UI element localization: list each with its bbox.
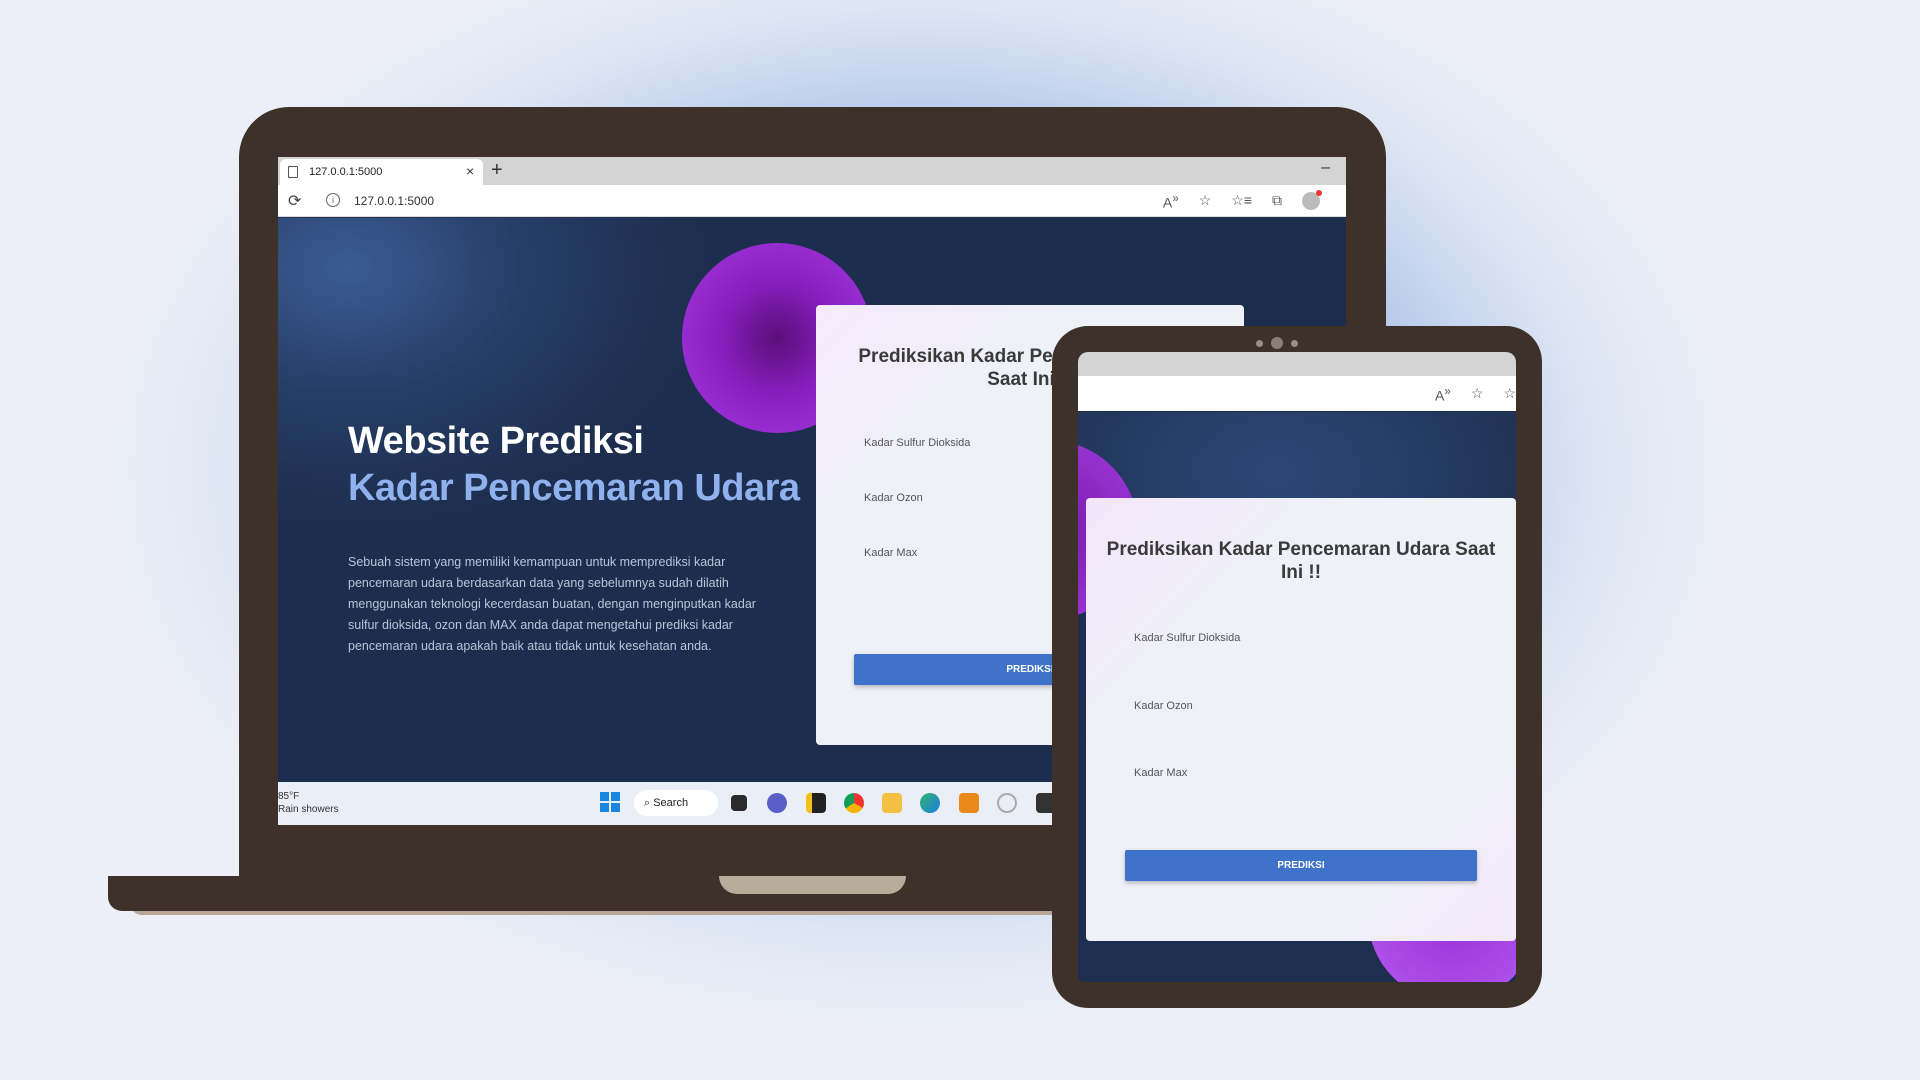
task-view-icon[interactable] (731, 795, 747, 811)
url-text: 127.0.0.1:5000 (354, 194, 435, 208)
browser-tab[interactable]: 127.0.0.1:5000 × (280, 159, 483, 185)
file-explorer-icon[interactable] (882, 793, 902, 813)
tab-title: 127.0.0.1:5000 (309, 166, 383, 178)
predict-button[interactable]: PREDIKSI (1125, 850, 1477, 881)
favorites-icon[interactable]: ☆ (1503, 385, 1516, 404)
windows-start-icon[interactable] (600, 792, 620, 812)
tablet-frame: A» ☆ ☆ Prediksikan Kadar Pencemaran Udar… (1052, 326, 1542, 1008)
favorite-add-icon[interactable]: ☆ (1199, 192, 1212, 211)
edge-icon[interactable] (920, 793, 940, 813)
new-tab-button[interactable]: + (491, 159, 503, 182)
ozone-field[interactable]: Kadar Ozon (1134, 700, 1193, 712)
address-bar: ⟳ i 127.0.0.1:5000 A» ☆ ☆≡ ⧉ (278, 185, 1346, 217)
sulfur-dioxide-field[interactable]: Kadar Sulfur Dioksida (1134, 632, 1240, 644)
hero-title: Website Prediksi Kadar Pencemaran Udara (348, 418, 800, 512)
sublime-text-icon[interactable] (959, 793, 979, 813)
max-field[interactable]: Kadar Max (1134, 767, 1187, 779)
ozone-field[interactable]: Kadar Ozon (864, 492, 923, 504)
prediction-form: Prediksikan Kadar Pencemaran Udara Saat … (1086, 498, 1516, 941)
tablet-camera (1256, 337, 1298, 349)
sticky-notes-icon[interactable] (806, 793, 826, 813)
laptop-base (108, 876, 1160, 911)
search-label: Search (653, 797, 689, 809)
tablet-address-bar-icons: A» ☆ ☆ (1435, 385, 1516, 404)
read-aloud-icon[interactable]: A» (1435, 385, 1451, 404)
page-icon (288, 166, 298, 178)
tablet-screen: A» ☆ ☆ Prediksikan Kadar Pencemaran Udar… (1078, 352, 1516, 982)
hero-description: Sebuah sistem yang memiliki kemampuan un… (348, 555, 756, 653)
favorites-icon[interactable]: ☆≡ (1231, 192, 1252, 211)
form-title: Prediksikan Kadar Pencemaran Udara Saat … (1106, 539, 1496, 583)
teams-icon[interactable] (767, 793, 787, 813)
close-icon[interactable]: × (466, 163, 474, 179)
url-field[interactable]: i 127.0.0.1:5000 (322, 189, 1182, 213)
chrome-icon[interactable] (844, 793, 864, 813)
taskbar-search[interactable]: ⌕ Search (634, 790, 718, 816)
reload-icon[interactable]: ⟳ (288, 191, 301, 211)
tablet-tabbar (1078, 352, 1516, 376)
favorite-add-icon[interactable]: ☆ (1471, 385, 1484, 404)
address-bar-icons: A» ☆ ☆≡ ⧉ (1163, 190, 1322, 211)
sulfur-dioxide-field[interactable]: Kadar Sulfur Dioksida (864, 437, 970, 449)
hero-title-line1: Website Prediksi (348, 420, 644, 462)
minimize-button[interactable]: – (1321, 159, 1330, 177)
profile-avatar[interactable] (1302, 190, 1322, 210)
temperature: 85°F (278, 791, 300, 802)
tablet-webpage: Prediksikan Kadar Pencemaran Udara Saat … (1078, 412, 1516, 982)
read-aloud-icon[interactable]: A» (1163, 192, 1179, 211)
hero-title-line2: Kadar Pencemaran Udara (348, 467, 800, 509)
app-icon[interactable] (997, 793, 1017, 813)
info-icon[interactable]: i (326, 193, 340, 207)
collections-icon[interactable]: ⧉ (1272, 192, 1282, 211)
weather-status: Rain showers (278, 804, 339, 815)
browser-tabbar: 127.0.0.1:5000 × + – (278, 157, 1346, 185)
max-field[interactable]: Kadar Max (864, 547, 917, 559)
tablet-address-bar: A» ☆ ☆ (1078, 376, 1516, 411)
laptop-notch (719, 876, 906, 894)
weather-widget[interactable]: 85°F Rain showers (278, 790, 339, 816)
